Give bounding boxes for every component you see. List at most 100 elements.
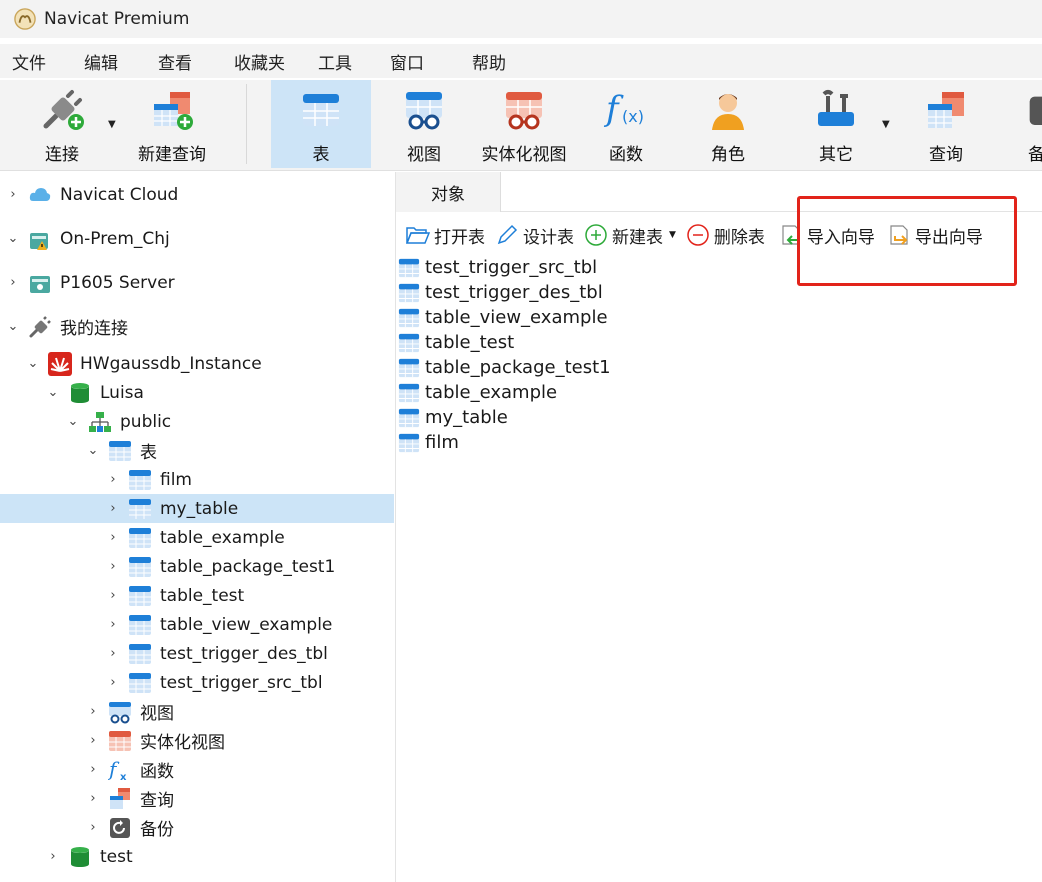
tree-label: 视图 bbox=[140, 704, 174, 724]
chevron-right-icon[interactable]: › bbox=[106, 472, 120, 487]
tree-item-views-group[interactable]: › 视图 bbox=[0, 697, 394, 726]
new-table-button[interactable]: 新建表 ▼ bbox=[584, 223, 676, 248]
table-icon bbox=[129, 614, 151, 635]
chevron-right-icon[interactable]: › bbox=[106, 588, 120, 603]
object-item[interactable]: test_trigger_src_tbl bbox=[398, 255, 597, 280]
menu-bar: 文件 编辑 查看 收藏夹 工具 窗口 帮助 bbox=[0, 44, 1042, 78]
menu-tools[interactable]: 工具 bbox=[318, 49, 372, 74]
chevron-right-icon[interactable]: › bbox=[6, 275, 20, 290]
query-button[interactable]: 查询 bbox=[918, 80, 974, 168]
object-label: film bbox=[425, 432, 459, 453]
tree-item-table[interactable]: › table_view_example bbox=[0, 610, 394, 639]
tree-label: table_view_example bbox=[160, 614, 333, 635]
tree-label: 备份 bbox=[140, 820, 174, 840]
chevron-down-icon[interactable]: ⌄ bbox=[26, 356, 40, 371]
chevron-down-icon[interactable]: ▼ bbox=[669, 230, 676, 240]
chevron-right-icon[interactable]: › bbox=[106, 559, 120, 574]
object-item[interactable]: test_trigger_des_tbl bbox=[398, 280, 603, 305]
object-item[interactable]: my_table bbox=[398, 405, 508, 430]
table-icon bbox=[129, 469, 151, 490]
table-button[interactable]: 表 bbox=[271, 80, 371, 168]
tree-item-navicat-cloud[interactable]: › Navicat Cloud bbox=[0, 180, 394, 209]
table-icon bbox=[398, 308, 420, 327]
object-label: table_test bbox=[425, 332, 515, 353]
chevron-right-icon[interactable]: › bbox=[86, 762, 100, 777]
tree-item-queries-group[interactable]: › 查询 bbox=[0, 784, 394, 813]
tree-item-functions-group[interactable]: › f x 函数 bbox=[0, 755, 394, 784]
chevron-down-icon[interactable]: ⌄ bbox=[46, 385, 60, 400]
tree-item-tables-group[interactable]: ⌄ 表 bbox=[0, 436, 394, 465]
menu-edit[interactable]: 编辑 bbox=[84, 49, 146, 74]
tree-item-table[interactable]: › test_trigger_des_tbl bbox=[0, 639, 394, 668]
materialized-view-button[interactable]: 实体化视图 bbox=[476, 80, 572, 168]
new-query-label: 新建查询 bbox=[138, 145, 206, 165]
other-button[interactable]: 其它 bbox=[808, 80, 864, 168]
object-item[interactable]: table_package_test1 bbox=[398, 355, 611, 380]
object-item[interactable]: film bbox=[398, 430, 459, 455]
chevron-right-icon[interactable]: › bbox=[86, 733, 100, 748]
menu-window[interactable]: 窗口 bbox=[390, 49, 454, 74]
object-item[interactable]: table_example bbox=[398, 380, 557, 405]
materialized-view-label: 实体化视图 bbox=[481, 145, 567, 165]
tree-item-database-luisa[interactable]: ⌄ Luisa bbox=[0, 378, 394, 407]
tree-item-on-prem[interactable]: ⌄ On-Prem_Chj bbox=[0, 224, 394, 253]
table-icon bbox=[129, 585, 151, 606]
chevron-down-icon[interactable]: ⌄ bbox=[6, 231, 20, 246]
tree-item-database-test[interactable]: › test bbox=[0, 842, 394, 871]
menu-help[interactable]: 帮助 bbox=[472, 49, 534, 74]
design-table-button[interactable]: 设计表 bbox=[495, 223, 574, 248]
chevron-down-icon[interactable]: ⌄ bbox=[86, 443, 100, 458]
tree-item-materialized-views-group[interactable]: › 实体化视图 bbox=[0, 726, 394, 755]
schema-icon bbox=[89, 411, 111, 432]
tree-label: On-Prem_Chj bbox=[60, 228, 170, 249]
function-label: 函数 bbox=[609, 145, 643, 165]
chevron-right-icon[interactable]: › bbox=[86, 791, 100, 806]
connect-dropdown-icon[interactable]: ▼ bbox=[108, 119, 116, 130]
chevron-down-icon[interactable]: ⌄ bbox=[6, 319, 20, 334]
object-label: test_trigger_src_tbl bbox=[425, 257, 598, 278]
tab-objects[interactable]: 对象 bbox=[396, 172, 501, 212]
tree-item-table[interactable]: › test_trigger_src_tbl bbox=[0, 668, 394, 697]
tree-label: Luisa bbox=[100, 382, 144, 403]
other-dropdown-icon[interactable]: ▼ bbox=[882, 119, 890, 130]
view-button[interactable]: 视图 bbox=[396, 80, 452, 168]
function-button[interactable]: f (x) 函数 bbox=[598, 80, 654, 168]
tree-item-table[interactable]: › table_package_test1 bbox=[0, 552, 394, 581]
chevron-right-icon[interactable]: › bbox=[106, 617, 120, 632]
chevron-down-icon[interactable]: ⌄ bbox=[66, 414, 80, 429]
tree-item-schema-public[interactable]: ⌄ public bbox=[0, 407, 394, 436]
tree-item-table[interactable]: › table_test bbox=[0, 581, 394, 610]
connect-button[interactable]: 连接 bbox=[34, 80, 90, 168]
server-warning-icon bbox=[30, 232, 48, 250]
tree-item-p1605-server[interactable]: › P1605 Server bbox=[0, 268, 394, 297]
svg-text:f: f bbox=[603, 89, 624, 129]
object-item[interactable]: table_test bbox=[398, 330, 514, 355]
table-icon bbox=[129, 527, 151, 548]
chevron-right-icon[interactable]: › bbox=[106, 530, 120, 545]
open-table-button[interactable]: 打开表 bbox=[406, 223, 485, 248]
menu-file[interactable]: 文件 bbox=[12, 49, 74, 74]
chevron-right-icon[interactable]: › bbox=[106, 646, 120, 661]
object-item[interactable]: table_view_example bbox=[398, 305, 608, 330]
chevron-right-icon[interactable]: › bbox=[86, 704, 100, 719]
chevron-right-icon[interactable]: › bbox=[106, 501, 120, 516]
minus-circle-icon bbox=[687, 224, 709, 246]
tree-item-table[interactable]: › film bbox=[0, 465, 394, 494]
new-query-button[interactable]: 新建查询 bbox=[130, 80, 214, 168]
chevron-right-icon[interactable]: › bbox=[46, 849, 60, 864]
role-button[interactable]: 角色 bbox=[700, 80, 756, 168]
menu-favorites[interactable]: 收藏夹 bbox=[234, 49, 308, 74]
chevron-right-icon[interactable]: › bbox=[6, 187, 20, 202]
backup-button[interactable]: 备 bbox=[1022, 80, 1042, 168]
other-label: 其它 bbox=[819, 145, 853, 165]
tree-item-instance[interactable]: ⌄ HWgaussdb_Instance bbox=[0, 349, 394, 378]
chevron-right-icon[interactable]: › bbox=[106, 675, 120, 690]
delete-table-button[interactable]: 删除表 bbox=[686, 223, 765, 248]
chevron-right-icon[interactable]: › bbox=[86, 820, 100, 835]
tree-item-my-connections[interactable]: ⌄ 我的连接 bbox=[0, 312, 394, 341]
tree-item-backups-group[interactable]: › 备份 bbox=[0, 813, 394, 842]
tree-item-table[interactable]: › table_example bbox=[0, 523, 394, 552]
table-icon bbox=[129, 498, 151, 519]
menu-view[interactable]: 查看 bbox=[158, 49, 220, 74]
tree-item-table-selected[interactable]: › my_table bbox=[0, 494, 394, 523]
